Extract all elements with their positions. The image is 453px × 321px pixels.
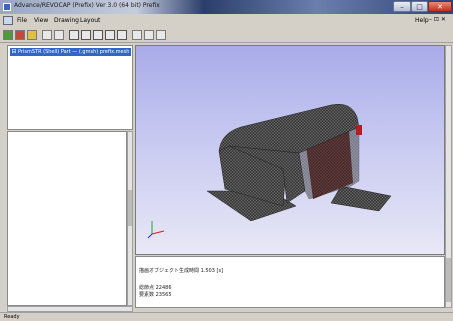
3d-viewport[interactable]: [135, 45, 445, 255]
toolbar: [0, 27, 453, 43]
menu-view[interactable]: View: [34, 16, 48, 26]
tree-item-selected[interactable]: ⊟ PrismSTR (Shell) Part — (.gmsh) prefix…: [10, 48, 131, 56]
tree-item-label: PrismSTR (Shell) Part — (.gmsh) prefix.m…: [18, 49, 130, 55]
view-left-icon[interactable]: [81, 30, 91, 40]
view-right-icon[interactable]: [93, 30, 103, 40]
close-button[interactable]: ✕: [428, 1, 452, 12]
scrollbar-thumb[interactable]: [128, 190, 132, 226]
document-icon[interactable]: [3, 16, 13, 25]
log-output[interactable]: 描画オブジェクト生成時間 1.503 [s] 総節点 22486 要素数 235…: [135, 256, 445, 308]
view-bottom-icon[interactable]: [117, 30, 127, 40]
menu-file[interactable]: File: [17, 16, 27, 26]
view-top-icon[interactable]: [105, 30, 115, 40]
app-icon: [3, 3, 11, 11]
mesh-model: [206, 104, 392, 221]
menu-layout[interactable]: Layout: [80, 16, 100, 26]
property-panel[interactable]: [7, 131, 127, 306]
right-vertical-scrollbar[interactable]: [445, 45, 452, 308]
view-back-icon[interactable]: [69, 30, 79, 40]
save-icon[interactable]: [15, 30, 25, 40]
window-title: Advance/REVOCAP (Prefix) Ver 3.0 (64 bit…: [14, 2, 160, 9]
status-bar: Ready: [0, 312, 453, 320]
shade-icon[interactable]: [132, 30, 142, 40]
tree-expander-icon[interactable]: ⊟: [10, 48, 18, 56]
axis-triad-icon: [147, 221, 165, 239]
maximize-button[interactable]: □: [411, 1, 428, 12]
view-fit-icon[interactable]: [42, 30, 52, 40]
log-line: 総節点 22486: [139, 285, 172, 291]
log-line: 要素数 23565: [139, 292, 172, 298]
mdi-controls[interactable]: – ⊡ ✕: [429, 16, 446, 23]
model-tree[interactable]: ⊟ PrismSTR (Shell) Part — (.gmsh) prefix…: [7, 45, 133, 130]
menu-bar: File View Drawing Layout Help – ⊡ ✕: [0, 14, 453, 27]
menu-help[interactable]: Help: [415, 16, 429, 26]
open-icon[interactable]: [3, 30, 13, 40]
view-front-icon[interactable]: [54, 30, 64, 40]
mesh-icon[interactable]: [156, 30, 166, 40]
import-icon[interactable]: [27, 30, 37, 40]
log-line: 描画オブジェクト生成時間 1.503 [s]: [139, 268, 224, 274]
title-bar: Advance/REVOCAP (Prefix) Ver 3.0 (64 bit…: [0, 0, 453, 14]
property-vertical-scrollbar[interactable]: [127, 131, 133, 306]
minimize-button[interactable]: –: [393, 1, 411, 12]
scrollbar-thumb[interactable]: [446, 258, 451, 302]
menu-drawing[interactable]: Drawing: [54, 16, 79, 26]
wire-icon[interactable]: [144, 30, 154, 40]
